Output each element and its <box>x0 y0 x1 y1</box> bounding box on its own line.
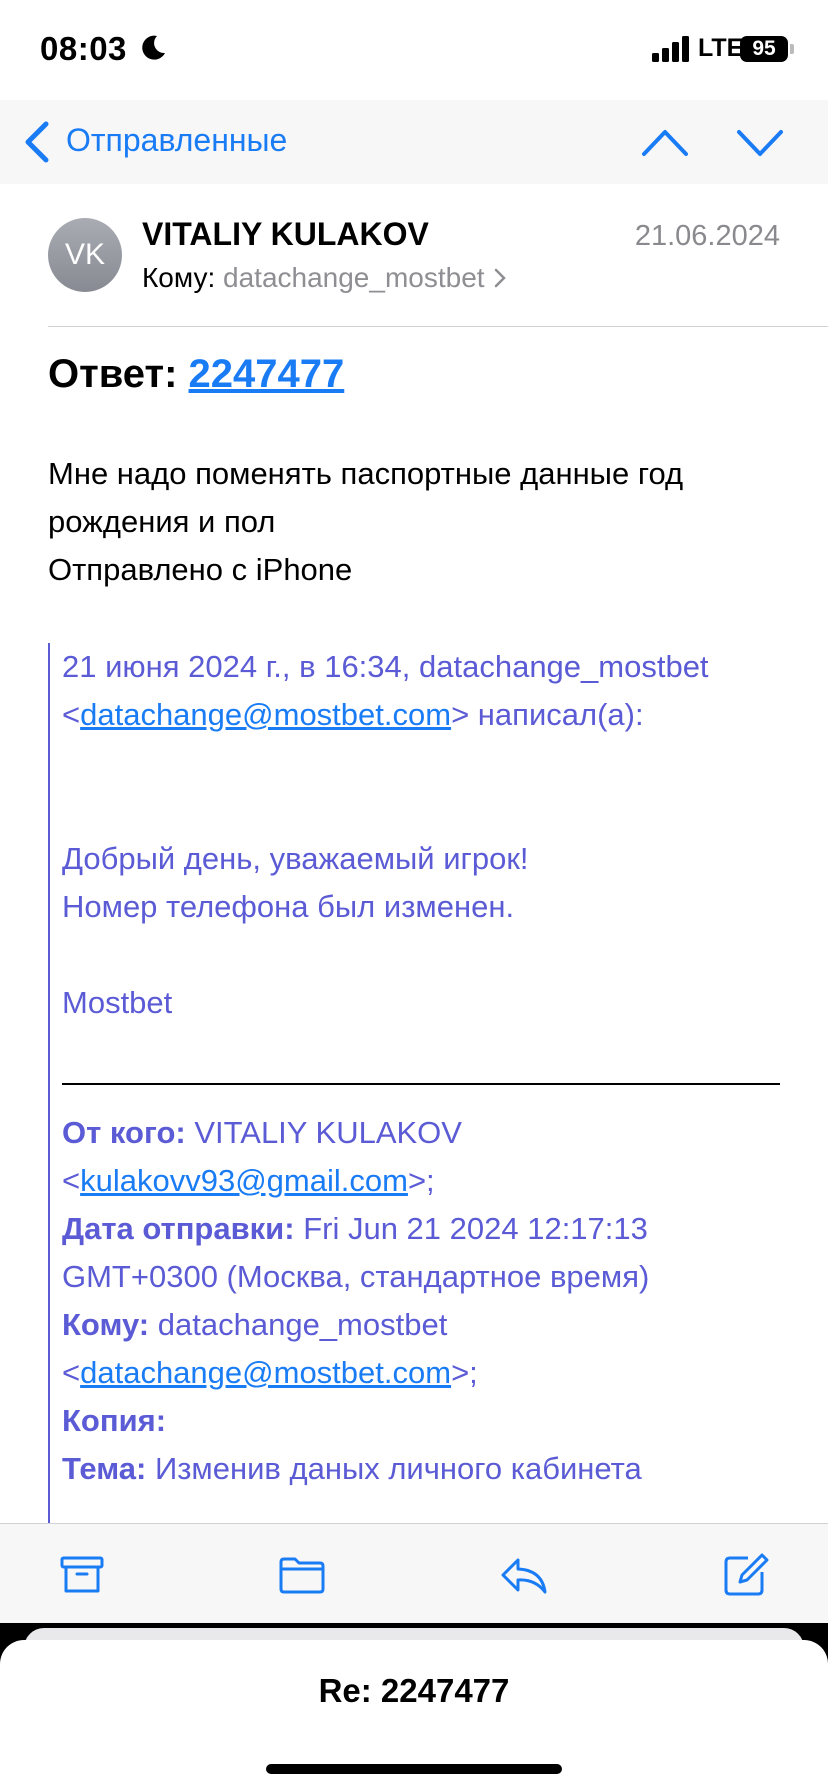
to-label: Кому: <box>142 262 216 293</box>
subject-label: Тема: <box>62 1451 147 1486</box>
quote-intro-tail: > написал(а): <box>451 697 644 732</box>
quote-bracket: >; <box>451 1355 478 1390</box>
quoted-message: 21 июня 2024 г., в 16:34, datachange_mos… <box>48 643 788 1523</box>
reply-icon[interactable] <box>500 1552 548 1598</box>
battery-tip <box>790 44 794 54</box>
quote-intro: 21 июня 2024 г., в 16:34, datachange_mos… <box>62 649 709 684</box>
message-date: 21.06.2024 <box>634 220 780 252</box>
quote-date-line: Дата отправки: Fri Jun 21 2024 12:17:13 <box>62 1205 788 1253</box>
status-time: 08:03 <box>40 30 127 67</box>
quote-message: Номер телефона был изменен. <box>62 889 515 924</box>
chevron-up-icon[interactable] <box>640 122 690 162</box>
subject-value: Изменив даных личного кабинета <box>154 1451 642 1486</box>
email-link[interactable]: datachange@mostbet.com <box>80 697 451 732</box>
moon-icon <box>142 35 165 60</box>
archive-icon[interactable] <box>58 1552 106 1598</box>
message-subject: Ответ: 2247477 <box>48 352 344 397</box>
date-label: Дата отправки: <box>62 1211 295 1246</box>
quote-from-email-line: <kulakovv93@gmail.com>; <box>62 1157 788 1205</box>
header-divider <box>48 326 828 327</box>
back-button[interactable]: Отправленные <box>66 122 287 159</box>
body-line: Отправлено с iPhone <box>48 552 353 587</box>
quote-greeting: Добрый день, уважаемый игрок! <box>62 841 529 876</box>
from-name: VITALIY KULAKOV <box>194 1115 462 1150</box>
quote-cc-line: Копия: <box>62 1397 788 1445</box>
quote-bracket: < <box>62 1355 81 1390</box>
bottom-toolbar <box>0 1523 828 1623</box>
subject-prefix: Ответ: <box>48 352 178 396</box>
chevron-right-icon <box>494 268 506 288</box>
quote-bracket: >; <box>407 1163 435 1198</box>
quote-date-line-2: GMT+0300 (Москва, стандартное время) <box>62 1259 650 1294</box>
chevron-left-icon[interactable] <box>22 120 52 164</box>
quote-bracket: < <box>62 697 81 732</box>
subject-number-link[interactable]: 2247477 <box>189 352 345 396</box>
mail-screen: 08:03 LTE 95 Отправленные VK VITALIY KUL… <box>0 0 828 1792</box>
sender-name[interactable]: VITALIY KULAKOV <box>142 216 429 253</box>
home-indicator <box>266 1764 562 1774</box>
cc-label: Копия: <box>62 1403 167 1438</box>
status-bar: 08:03 LTE 95 <box>0 0 828 100</box>
email-link[interactable]: datachange@mostbet.com <box>80 1355 451 1390</box>
chevron-down-icon[interactable] <box>735 122 785 162</box>
avatar[interactable]: VK <box>48 218 122 292</box>
from-label: От кого: <box>62 1115 186 1150</box>
network-label: LTE <box>698 34 744 62</box>
draft-sheet-title[interactable]: Re: 2247477 <box>0 1672 828 1710</box>
recipient-line[interactable]: Кому: datachange_mostbet <box>142 262 507 294</box>
battery-indicator: 95 <box>740 36 788 62</box>
message-body: Мне надо поменять паспортные данные год … <box>48 450 788 594</box>
recipient-name[interactable]: datachange_mostbet <box>223 262 485 293</box>
quote-intro-email-line: <datachange@mostbet.com> написал(а): <box>62 691 788 739</box>
quote-subject-line: Тема: Изменив даных личного кабинета <box>62 1445 788 1493</box>
quote-from-line: От кого: VITALIY KULAKOV <box>62 1109 788 1157</box>
body-line: рождения и пол <box>48 504 276 539</box>
compose-icon[interactable] <box>722 1552 770 1598</box>
quote-separator <box>62 1083 780 1085</box>
signal-icon <box>652 36 689 62</box>
date-value: Fri Jun 21 2024 12:17:13 <box>303 1211 648 1246</box>
quote-to-email-line: <datachange@mostbet.com>; <box>62 1349 788 1397</box>
body-line: Мне надо поменять паспортные данные год <box>48 456 684 491</box>
to-label: Кому: <box>62 1307 150 1342</box>
quote-bracket: < <box>62 1163 81 1198</box>
email-link[interactable]: kulakovv93@gmail.com <box>80 1163 408 1198</box>
quote-signature: Mostbet <box>62 985 173 1020</box>
navigation-bar: Отправленные <box>0 100 828 184</box>
folder-icon[interactable] <box>278 1552 326 1598</box>
to-name: datachange_mostbet <box>157 1307 448 1342</box>
quote-to-line: Кому: datachange_mostbet <box>62 1301 788 1349</box>
